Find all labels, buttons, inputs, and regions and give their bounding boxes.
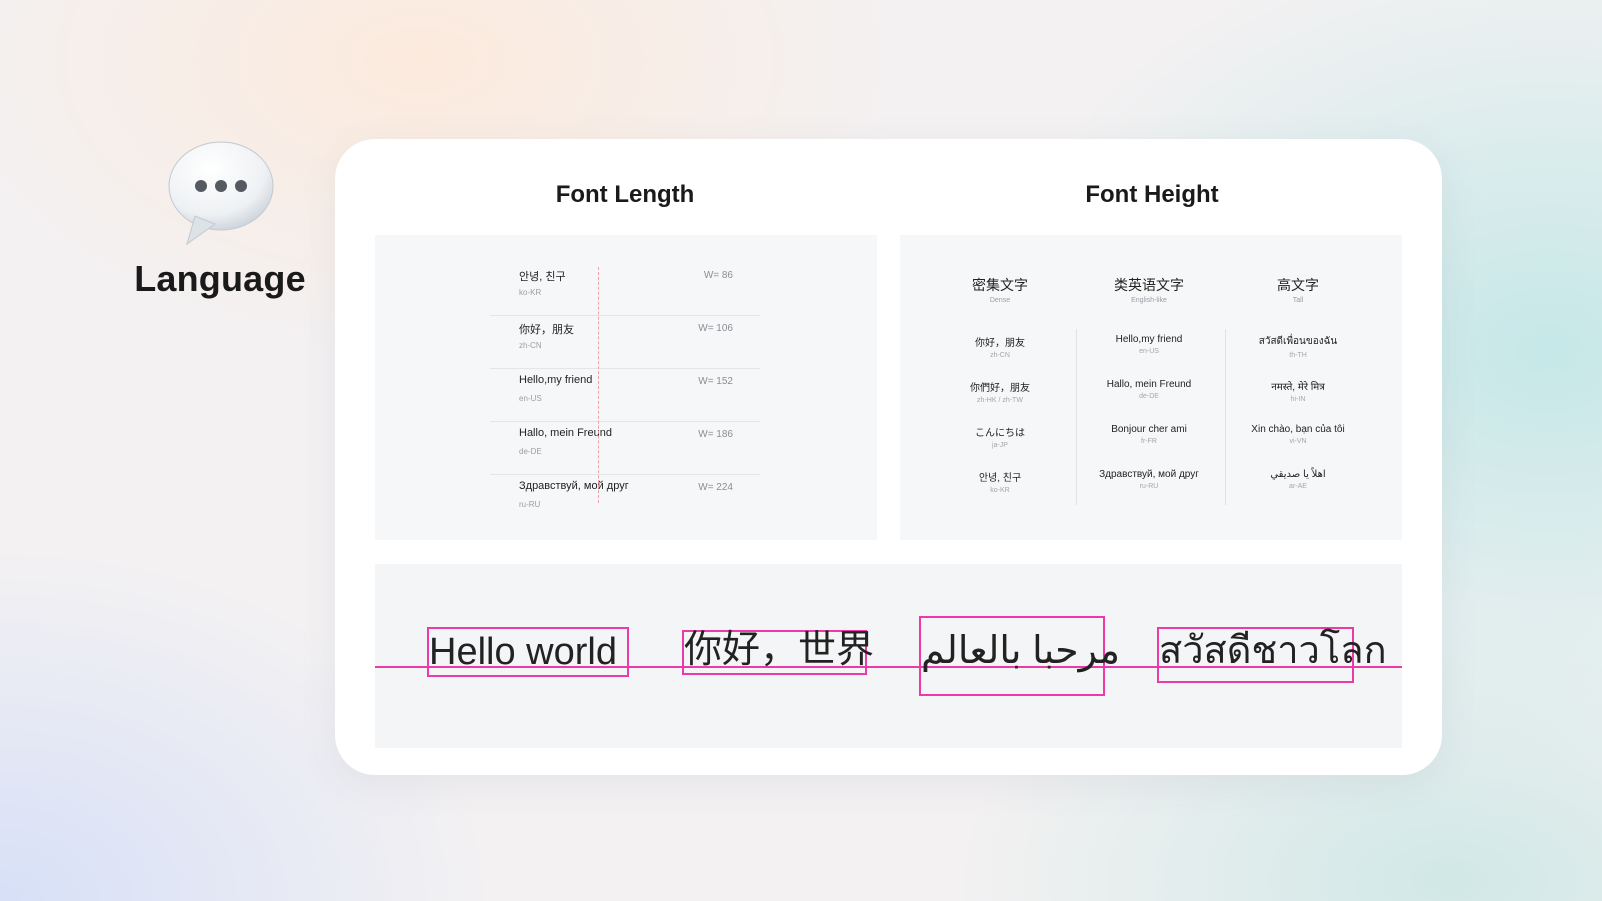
height-item: こんにちは ja-JP — [925, 424, 1075, 469]
height-item: Hallo, mein Freund de-DE — [1074, 379, 1224, 424]
font-length-title: Font Length — [555, 181, 695, 208]
sample-text: اهلاً يا صديقي — [1270, 469, 1326, 480]
locale-code: hi-IN — [1290, 396, 1306, 403]
locale-code: fr-FR — [1141, 438, 1157, 445]
height-item: Bonjour cher ami fr-FR — [1074, 424, 1224, 469]
sample-text: Здравствуй, мой друг — [519, 480, 629, 492]
column-title: 密集文字 — [972, 277, 1028, 293]
baseline-demo-panel: Hello world 你好，世界 مرحبا بالعالم สวัสดีชา… — [375, 564, 1402, 748]
height-item: Hello,my friend en-US — [1074, 334, 1224, 379]
sample-text: 你好，朋友 — [519, 324, 574, 336]
locale-code: ko-KR — [519, 288, 542, 297]
font-card: Font Length Font Height 안녕, 친구 ko-KR W= … — [335, 139, 1442, 775]
font-height-panel: 密集文字 Dense 你好，朋友 zh-CN 你們好，朋友 zh-HK / zh… — [900, 235, 1402, 540]
locale-code: en-US — [1139, 348, 1159, 355]
demo-sample-english: Hello world — [429, 631, 617, 673]
locale-code: ko-KR — [990, 487, 1010, 494]
locale-code: de-DE — [519, 447, 542, 456]
sample-text: Xin chào, bạn của tôi — [1251, 424, 1345, 435]
width-value: W= 224 — [698, 482, 733, 493]
font-length-row: 你好，朋友 zh-CN W= 106 — [490, 316, 760, 369]
column-subtitle: Tall — [1292, 297, 1304, 304]
sample-text: สวัสดีเพื่อนของฉัน — [1258, 336, 1338, 347]
sample-text: Здравствуй, мой друг — [1099, 469, 1199, 480]
height-column-tall: 高文字 Tall สวัสดีเพื่อนของฉัน th-TH नमस्ते… — [1223, 275, 1373, 514]
height-item: สวัสดีเพื่อนของฉัน th-TH — [1223, 334, 1373, 379]
font-length-list: 안녕, 친구 ko-KR W= 86 你好，朋友 zh-CN W= 106 He… — [490, 263, 760, 527]
demo-sample-arabic: مرحبا بالعالم — [921, 630, 1120, 672]
height-item: Xin chào, bạn của tôi vi-VN — [1223, 424, 1373, 469]
height-item: नमस्ते, मेरे मित्र hi-IN — [1223, 379, 1373, 424]
font-length-row: 안녕, 친구 ko-KR W= 86 — [490, 263, 760, 316]
width-value: W= 86 — [703, 270, 733, 281]
locale-code: en-US — [519, 394, 542, 403]
width-value: W= 186 — [698, 429, 733, 440]
column-title: 高文字 — [1277, 277, 1319, 293]
height-column-dense: 密集文字 Dense 你好，朋友 zh-CN 你們好，朋友 zh-HK / zh… — [925, 275, 1075, 514]
language-title: Language — [134, 258, 306, 299]
column-subtitle: English-like — [1131, 297, 1167, 304]
locale-code: zh-CN — [519, 341, 542, 350]
sample-text: 你好，朋友 — [975, 338, 1025, 349]
column-title: 类英语文字 — [1114, 277, 1184, 293]
font-length-panel: 안녕, 친구 ko-KR W= 86 你好，朋友 zh-CN W= 106 He… — [375, 235, 877, 540]
sample-text: नमस्ते, मेरे मित्र — [1271, 382, 1325, 393]
locale-code: zh-CN — [990, 352, 1010, 359]
locale-code: ru-RU — [1139, 483, 1159, 490]
font-length-row: Hello,my friend en-US W= 152 — [490, 369, 760, 422]
demo-sample-chinese: 你好，世界 — [684, 629, 875, 671]
height-item: 你們好，朋友 zh-HK / zh-TW — [925, 379, 1075, 424]
locale-code: zh-HK / zh-TW — [977, 397, 1023, 404]
width-value: W= 152 — [698, 376, 733, 387]
sample-text: 你們好，朋友 — [970, 383, 1030, 394]
locale-code: vi-VN — [1289, 438, 1307, 445]
height-item: 안녕, 친구 ko-KR — [925, 469, 1075, 514]
width-value: W= 106 — [698, 323, 733, 334]
demo-sample-thai: สวัสดีชาวโลก — [1159, 630, 1387, 672]
locale-code: ar-AE — [1289, 483, 1307, 490]
locale-code: th-TH — [1289, 352, 1307, 359]
locale-code: ja-JP — [992, 442, 1008, 449]
sample-text: Bonjour cher ami — [1111, 424, 1187, 435]
sample-text: Hallo, mein Freund — [1106, 379, 1192, 390]
sample-text: こんにちは — [975, 428, 1025, 439]
length-guide-line — [598, 267, 599, 503]
height-item: Здравствуй, мой друг ru-RU — [1074, 469, 1224, 514]
font-height-title: Font Height — [1085, 181, 1219, 208]
sample-text: Hello,my friend — [1115, 334, 1183, 345]
height-item: اهلاً يا صديقي ar-AE — [1223, 469, 1373, 514]
height-column-english-like: 类英语文字 English-like Hello,my friend en-US… — [1074, 275, 1224, 514]
sample-text: 안녕, 친구 — [978, 473, 1022, 484]
language-label-group: Language — [120, 130, 320, 300]
column-subtitle: Dense — [989, 297, 1011, 304]
sample-text: Hello,my friend — [519, 374, 593, 386]
sample-text: 안녕, 친구 — [519, 271, 566, 283]
locale-code: ru-RU — [519, 500, 541, 509]
speech-bubble-icon — [165, 138, 275, 248]
locale-code: de-DE — [1139, 393, 1159, 400]
font-length-row: Здравствуй, мой друг ru-RU W= 224 — [490, 475, 760, 527]
font-length-row: Hallo, mein Freund de-DE W= 186 — [490, 422, 760, 475]
height-item: 你好，朋友 zh-CN — [925, 334, 1075, 379]
